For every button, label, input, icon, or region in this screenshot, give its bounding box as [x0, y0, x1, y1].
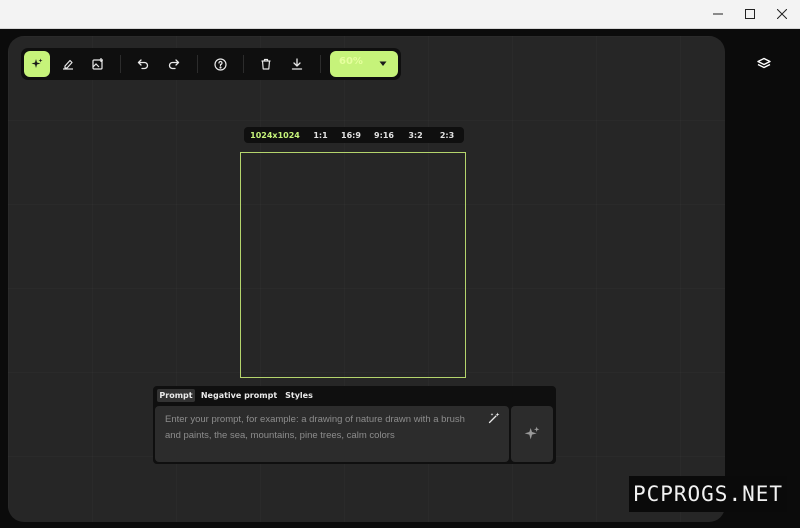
undo-icon[interactable] [130, 51, 156, 77]
zoom-value: 60% [339, 56, 363, 67]
tab-prompt[interactable]: Prompt [157, 389, 195, 402]
magic-wand-icon[interactable] [487, 411, 501, 425]
window-title-bar [0, 0, 800, 29]
layers-icon[interactable] [752, 52, 776, 76]
download-icon[interactable] [284, 51, 310, 77]
ratio-option-9-16[interactable]: 9:16 [367, 127, 401, 143]
ratio-option-1024x1024[interactable]: 1024x1024 [244, 127, 306, 143]
help-icon[interactable] [207, 51, 233, 77]
chevron-down-icon [378, 59, 388, 69]
ratio-option-1-1[interactable]: 1:1 [306, 127, 335, 143]
prompt-input[interactable]: Enter your prompt, for example: a drawin… [155, 406, 509, 462]
sparkles-icon [524, 426, 540, 442]
generate-button[interactable] [511, 406, 553, 462]
aspect-ratio-selector: 1024x1024 1:1 16:9 9:16 3:2 2:3 [244, 127, 464, 143]
watermark-label: PCPROGS.NET [629, 476, 787, 512]
eraser-icon[interactable] [55, 51, 81, 77]
minimize-icon[interactable] [700, 0, 736, 28]
tab-styles[interactable]: Styles [283, 389, 315, 402]
image-add-icon[interactable] [85, 51, 111, 77]
image-canvas[interactable] [240, 152, 466, 378]
ratio-option-2-3[interactable]: 2:3 [430, 127, 464, 143]
zoom-dropdown[interactable]: 60% [330, 51, 398, 77]
sparkles-icon[interactable] [24, 51, 50, 77]
maximize-icon[interactable] [732, 0, 768, 28]
ratio-option-16-9[interactable]: 16:9 [335, 127, 367, 143]
trash-icon[interactable] [253, 51, 279, 77]
prompt-panel: Prompt Negative prompt Styles Enter your… [153, 386, 556, 464]
close-icon[interactable] [764, 0, 800, 28]
tab-negative-prompt[interactable]: Negative prompt [199, 389, 279, 402]
main-toolbar: 60% [21, 48, 401, 80]
ratio-option-3-2[interactable]: 3:2 [401, 127, 430, 143]
redo-icon[interactable] [161, 51, 187, 77]
